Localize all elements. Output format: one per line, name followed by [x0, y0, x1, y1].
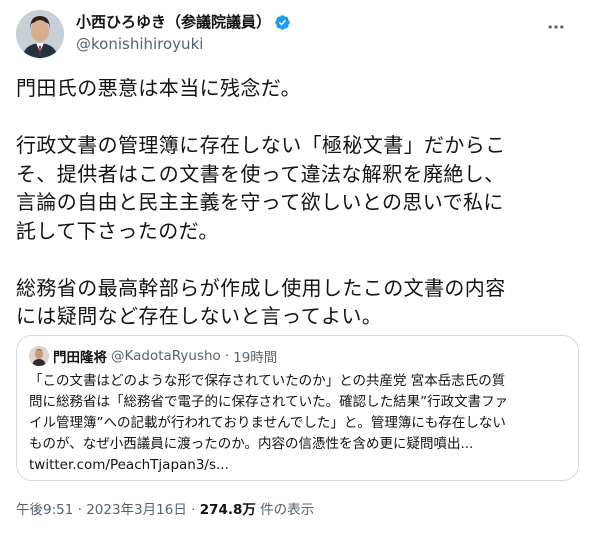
tweet-meta: 午後9:51 · 2023年3月16日 · 274.8万 件の表示: [16, 500, 314, 520]
quoted-tweet-text: 「この文書はどのような形で保存されていたのか」との共産党 宮本岳志氏の質 問に総…: [29, 373, 509, 473]
quoted-author-name: 門田隆将: [53, 350, 107, 366]
views-count: 274.8万: [199, 502, 256, 518]
author-avatar[interactable]: [16, 10, 64, 58]
tweet-header: 小西ひろゆき（参議院議員） @konishihiroyuki: [16, 10, 577, 58]
verified-badge-icon: [275, 14, 290, 30]
quoted-author-avatar: [29, 346, 49, 366]
author-names: 小西ひろゆき（参議院議員） @konishihiroyuki: [76, 12, 291, 54]
quoted-author-handle: @KadotaRyusho: [111, 348, 221, 364]
tweet-timestamp[interactable]: 午後9:51 · 2023年3月16日 ·: [16, 502, 200, 518]
more-options-icon: [548, 25, 564, 29]
quoted-time: 19時間: [233, 350, 278, 366]
author-display-name[interactable]: 小西ひろゆき（参議院議員）: [76, 12, 271, 32]
quoted-separator: ·: [224, 348, 230, 364]
views-label: 件の表示: [255, 502, 315, 518]
author-handle[interactable]: @konishihiroyuki: [76, 34, 291, 54]
quoted-tweet-header: 門田隆将 @KadotaRyusho · 19時間: [29, 346, 566, 366]
more-options-button[interactable]: [539, 10, 573, 44]
quoted-tweet[interactable]: 門田隆将 @KadotaRyusho · 19時間 「この文書はどのような形で保…: [16, 335, 579, 481]
tweet-text: 門田氏の悪意は本当に残念だ。 行政文書の管理簿に存在しない「極秘文書」だからこ …: [16, 76, 506, 328]
tweet: 小西ひろゆき（参議院議員） @konishihiroyuki 門田氏の悪意は本当…: [0, 0, 593, 536]
